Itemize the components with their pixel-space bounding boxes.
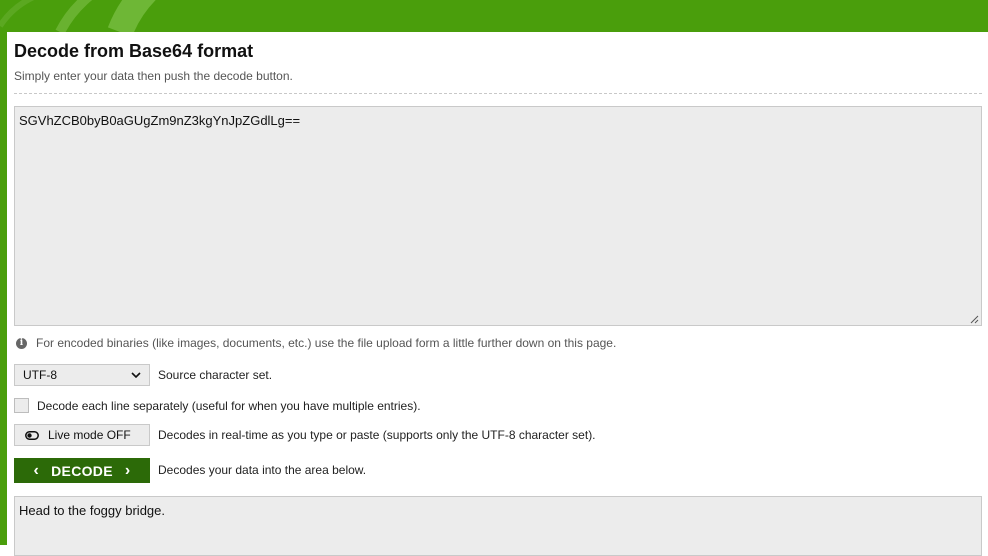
resize-handle-icon[interactable] — [969, 314, 979, 324]
header-decoration — [0, 0, 156, 32]
chevron-right-icon: › — [124, 461, 131, 479]
decode-each-line-checkbox[interactable] — [14, 398, 29, 413]
site-header-band — [0, 0, 988, 32]
chevron-down-icon — [131, 372, 141, 378]
decode-description: Decodes your data into the area below. — [158, 463, 367, 477]
page-title: Decode from Base64 format — [14, 41, 254, 61]
decode-panel: Decode from Base64 format Simply enter y… — [7, 32, 988, 556]
left-accent-bar — [0, 32, 7, 545]
decode-button-label: DECODE — [51, 462, 113, 479]
decode-each-line-label: Decode each line separately (useful for … — [37, 399, 421, 413]
page-subtitle: Simply enter your data then push the dec… — [14, 69, 293, 83]
decode-button[interactable]: ‹ DECODE › — [14, 458, 150, 483]
info-note: i For encoded binaries (like images, doc… — [16, 335, 616, 351]
section-divider — [14, 93, 982, 94]
info-text: For encoded binaries (like images, docum… — [36, 336, 617, 350]
base64-input[interactable]: SGVhZCB0byB0aGUgZm9nZ3kgYnJpZGdlLg== — [14, 106, 982, 326]
live-mode-description: Decodes in real-time as you type or past… — [158, 428, 596, 442]
live-mode-toggle[interactable]: Live mode OFF — [14, 424, 150, 446]
charset-selected-value: UTF-8 — [23, 368, 57, 382]
live-mode-label: Live mode OFF — [48, 428, 131, 442]
toggle-icon — [25, 430, 39, 440]
decoded-output[interactable]: Head to the foggy bridge. — [14, 496, 982, 556]
charset-select[interactable]: UTF-8 — [14, 364, 150, 386]
info-icon: i — [16, 337, 27, 349]
chevron-left-icon: ‹ — [33, 461, 40, 479]
charset-label: Source character set. — [158, 368, 273, 382]
